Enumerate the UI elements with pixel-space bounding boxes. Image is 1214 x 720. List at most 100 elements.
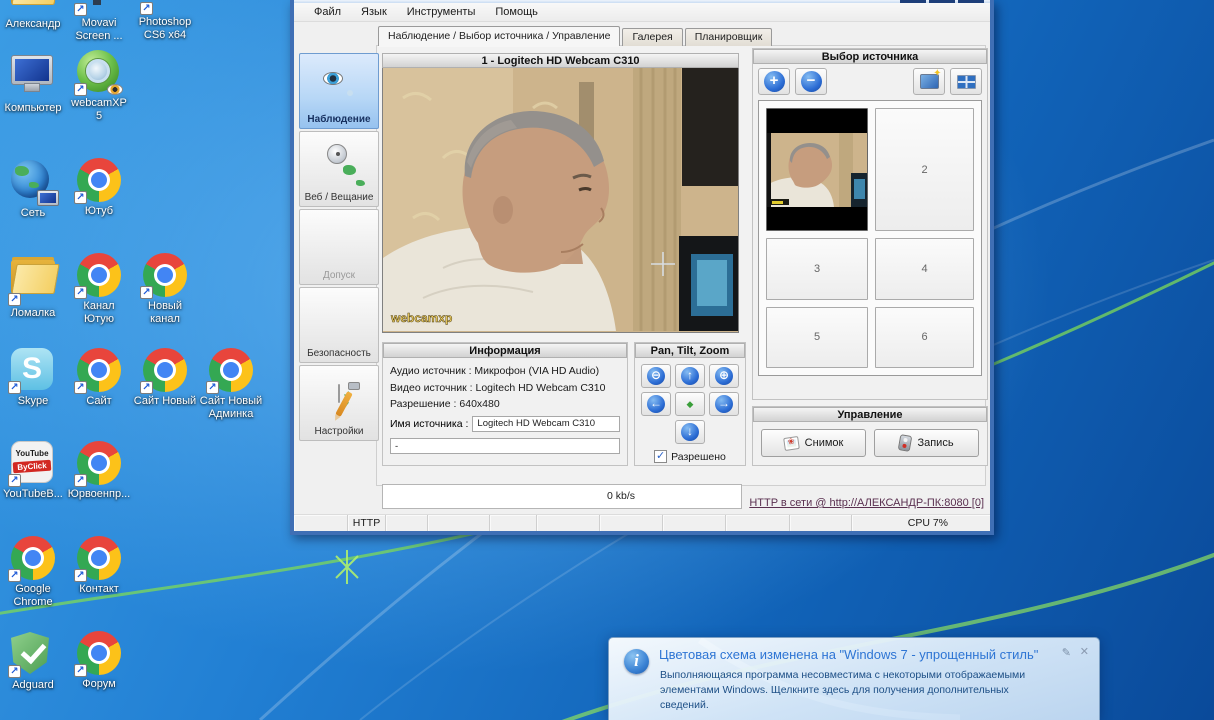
pin-icon[interactable]: ✎	[1062, 646, 1071, 659]
watermark-text: webcamxp	[390, 311, 452, 325]
desktop-icon-label: Новый канал	[133, 300, 197, 326]
control-panel-title: Управление	[753, 407, 987, 422]
source-extra-input[interactable]	[390, 438, 620, 454]
desktop-icon-alexandr[interactable]: Александр	[1, 0, 65, 31]
desktop-icon-movavi[interactable]: ↗ Movavi Screen ...	[67, 0, 131, 43]
desktop-icon-google-chrome[interactable]: ↗ Google Chrome	[1, 536, 65, 609]
desktop-icon-webcamxp[interactable]: ↗ webcamXP 5	[67, 50, 131, 123]
desktop-icon-photoshop[interactable]: ↗ Photoshop CS6 x64	[133, 0, 197, 42]
source-grid: 2 3 4 5 6	[758, 100, 982, 376]
monitor-badge-icon	[37, 190, 59, 206]
arrow-right-icon: →	[715, 395, 733, 413]
source-toolbar: + −	[753, 64, 987, 98]
shortcut-arrow-icon: ↗	[74, 3, 87, 16]
preview-window-button[interactable]	[913, 68, 945, 95]
center-button[interactable]: ◆	[675, 392, 705, 416]
desktop-icon-sait-novy-adminka[interactable]: ↗ Сайт Новый Админка	[199, 348, 263, 421]
tab-scheduler[interactable]: Планировщик	[685, 28, 773, 46]
source-cell-3[interactable]: 3	[766, 238, 868, 299]
desktop-icon-label: Юрвоенпр...	[67, 488, 131, 501]
source-thumbnail-1[interactable]	[766, 108, 868, 231]
status-cell	[600, 515, 663, 531]
desktop-icon-novy-kanal[interactable]: ↗ Новый канал	[133, 253, 197, 326]
menu-tools[interactable]: Инструменты	[397, 4, 486, 20]
menu-bar: Файл Язык Инструменты Помощь	[294, 3, 990, 22]
status-http: HTTP	[348, 515, 386, 531]
record-button[interactable]: Запись	[874, 429, 979, 457]
close-icon[interactable]: ✕	[1080, 645, 1089, 658]
bandwidth-meter: 0 kb/s	[382, 484, 742, 509]
zoom-in-button[interactable]: ⊕	[709, 364, 739, 388]
sidebar-item-monitoring[interactable]: Наблюдение	[299, 53, 379, 129]
webcam-video-feed: webcamxp	[382, 68, 739, 333]
desktop-icon-skype[interactable]: ↗ Skype	[1, 348, 65, 408]
source-name-input[interactable]	[472, 416, 620, 432]
snapshot-button[interactable]: Снимок	[761, 429, 866, 457]
desktop-icon-label: Google Chrome	[1, 583, 65, 609]
desktop-icon-label: Компьютер	[1, 102, 65, 115]
pan-left-button[interactable]: ←	[641, 392, 671, 416]
source-cell-4[interactable]: 4	[875, 238, 974, 299]
desktop-icon-label: Movavi Screen ...	[67, 17, 131, 43]
menu-language[interactable]: Язык	[351, 4, 397, 20]
shortcut-arrow-icon: ↗	[8, 381, 21, 394]
desktop-icon-ytbyclick[interactable]: ↗ YouTubeB...	[1, 441, 65, 501]
desktop-icon-sait-novy[interactable]: ↗ Сайт Новый	[133, 348, 197, 408]
desktop-icon-sait[interactable]: ↗ Сайт	[67, 348, 131, 408]
desktop-icon-kanal[interactable]: ↗ Канал Ютую	[67, 253, 131, 326]
sidebar-item-security[interactable]: Безопасность	[299, 287, 379, 363]
plus-icon: +	[764, 71, 785, 92]
status-cell	[490, 515, 537, 531]
status-cell	[294, 515, 348, 531]
tilt-down-button[interactable]: ↓	[675, 420, 705, 444]
tab-strip: Наблюдение / Выбор источника / Управлени…	[378, 26, 774, 46]
shortcut-arrow-icon: ↗	[8, 293, 21, 306]
status-cpu: CPU 7%	[852, 515, 990, 531]
desktop-icon-youtube[interactable]: ↗ Ютуб	[67, 158, 131, 218]
multiview-button[interactable]	[950, 68, 982, 95]
desktop-icon-label: Форум	[67, 678, 131, 691]
desktop-icon-label: Сайт	[67, 395, 131, 408]
desktop-icon-adguard[interactable]: ↗ Adguard	[1, 631, 65, 692]
ptz-panel-title: Pan, Tilt, Zoom	[635, 343, 745, 358]
menu-help[interactable]: Помощь	[485, 4, 548, 20]
desktop-icon-forum[interactable]: ↗ Форум	[67, 631, 131, 691]
source-cell-5[interactable]: 5	[766, 307, 868, 368]
source-name-label: Имя источника :	[390, 418, 468, 430]
film-reel-icon	[898, 434, 913, 452]
desktop-icon-lomalka[interactable]: ↗ Ломалка	[1, 253, 65, 320]
http-server-link[interactable]: HTTP в сети @ http://АЛЕКСАНДР-ПК:8080 […	[749, 497, 984, 509]
source-panel-title: Выбор источника	[753, 49, 987, 64]
notification-body[interactable]: Выполняющаяся программа несовместима с н…	[660, 668, 1059, 713]
shortcut-arrow-icon: ↗	[140, 381, 153, 394]
shortcut-arrow-icon: ↗	[8, 665, 21, 678]
menu-file[interactable]: Файл	[304, 4, 351, 20]
shortcut-arrow-icon: ↗	[8, 569, 21, 582]
desktop-icon-kontakt[interactable]: ↗ Контакт	[67, 536, 131, 596]
desktop-icon-yurvoenpr[interactable]: ↗ Юрвоенпр...	[67, 441, 131, 501]
desktop-icon-label: Сеть	[1, 207, 65, 220]
arrow-up-icon: ↑	[681, 367, 699, 385]
minus-icon: −	[801, 71, 822, 92]
add-source-button[interactable]: +	[758, 68, 790, 95]
allowed-checkbox[interactable]: ✓	[654, 450, 667, 463]
remove-source-button[interactable]: −	[795, 68, 827, 95]
source-cell-2[interactable]: 2	[875, 108, 974, 231]
desktop-icon-computer[interactable]: Компьютер	[1, 50, 65, 115]
tab-gallery[interactable]: Галерея	[622, 28, 682, 46]
folder-user-icon	[11, 0, 55, 5]
source-cell-6[interactable]: 6	[875, 307, 974, 368]
desktop-icon-network[interactable]: Сеть	[1, 158, 65, 220]
desktop-icon-label: Канал Ютую	[67, 300, 131, 326]
sidebar-item-web-broadcast[interactable]: Веб / Вещание	[299, 131, 379, 207]
ptz-panel: Pan, Tilt, Zoom ⊖ ↑ ⊕ ← ◆ → ↓ ✓ Разрешен…	[634, 342, 746, 466]
sidebar-item-access[interactable]: Допуск	[299, 209, 379, 285]
notification-popup: i Цветовая схема изменена на "Windows 7 …	[608, 637, 1100, 720]
pan-right-button[interactable]: →	[709, 392, 739, 416]
zoom-out-button[interactable]: ⊖	[641, 364, 671, 388]
tilt-up-button[interactable]: ↑	[675, 364, 705, 388]
sidebar-item-settings[interactable]: Настройки	[299, 365, 379, 441]
tab-monitoring[interactable]: Наблюдение / Выбор источника / Управлени…	[378, 26, 620, 46]
status-cell	[537, 515, 600, 531]
shortcut-arrow-icon: ↗	[8, 474, 21, 487]
